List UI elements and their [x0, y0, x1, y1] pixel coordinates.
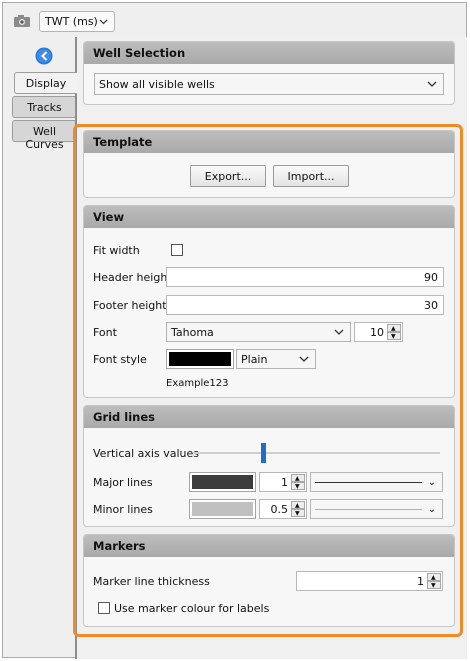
font-value: Tahoma — [171, 326, 214, 339]
view-header: View — [84, 206, 454, 228]
font-size-value: 10 — [370, 326, 384, 339]
spin-up-icon[interactable]: ▲ — [291, 474, 305, 482]
spin-down-icon[interactable]: ▼ — [427, 581, 441, 589]
chevron-down-icon: ⌄ — [427, 477, 436, 488]
line-style-preview — [315, 509, 422, 510]
tab-well-curves-label: Well Curves — [25, 125, 64, 151]
major-color-swatch[interactable] — [189, 472, 256, 492]
major-color-fill — [192, 475, 253, 489]
fit-width-label: Fit width — [93, 244, 140, 257]
spin-down-icon[interactable]: ▼ — [291, 482, 305, 490]
chevron-down-icon — [299, 356, 309, 362]
domain-select-value: TWT (ms) — [45, 15, 98, 28]
grid-lines-header: Grid lines — [84, 406, 454, 428]
line-style-preview — [315, 482, 422, 483]
vertical-axis-slider-thumb[interactable] — [261, 443, 266, 463]
domain-select[interactable]: TWT (ms) — [39, 11, 115, 32]
font-size-spinner[interactable]: 10 ▲ ▼ — [354, 322, 403, 342]
marker-thickness-spinner[interactable]: 1 ▲ ▼ — [296, 571, 443, 591]
chevron-down-icon — [334, 329, 344, 335]
font-size-arrows[interactable]: ▲ ▼ — [387, 324, 401, 340]
minor-lines-spinner[interactable]: 0.5 ▲ ▼ — [259, 499, 307, 519]
well-selection-value: Show all visible wells — [99, 78, 215, 91]
minor-color-fill — [192, 502, 253, 516]
spin-down-icon[interactable]: ▼ — [387, 332, 401, 340]
header-height-label: Header height — [93, 271, 172, 284]
font-dropdown[interactable]: Tahoma — [166, 322, 351, 342]
tab-tracks[interactable]: Tracks — [12, 96, 76, 118]
minor-lines-value: 0.5 — [270, 503, 289, 516]
settings-panel: TWT (ms) Display Tracks Well Curves Well… — [2, 2, 467, 659]
marker-thickness-value: 1 — [417, 575, 424, 588]
well-selection-header: Well Selection — [84, 42, 454, 64]
chevron-down-icon: ⌄ — [427, 504, 436, 515]
display-settings: Well Selection Show all visible wells Te… — [77, 37, 467, 659]
font-example-text: Example123 — [166, 378, 229, 389]
camera-icon[interactable] — [13, 14, 31, 28]
tab-tracks-label: Tracks — [27, 101, 62, 114]
chevron-down-icon — [99, 19, 108, 25]
spin-up-icon[interactable]: ▲ — [387, 324, 401, 332]
major-lines-arrows[interactable]: ▲ ▼ — [291, 474, 305, 490]
minor-lines-arrows[interactable]: ▲ ▼ — [291, 501, 305, 517]
major-lines-label: Major lines — [93, 476, 153, 489]
template-section: Template Export... Import... — [83, 130, 455, 198]
grid-lines-section: Grid lines Vertical axis values Major li… — [83, 405, 455, 527]
minor-lines-label: Minor lines — [93, 503, 153, 516]
back-arrow-icon[interactable] — [35, 47, 53, 65]
footer-height-field[interactable]: 30 — [166, 295, 444, 315]
major-lines-spinner[interactable]: 1 ▲ ▼ — [259, 472, 307, 492]
spin-up-icon[interactable]: ▲ — [427, 573, 441, 581]
vertical-axis-slider-track[interactable] — [194, 452, 440, 454]
use-marker-colour-checkbox[interactable] — [98, 602, 110, 614]
font-style-label: Font style — [93, 353, 147, 366]
tab-display-label: Display — [25, 77, 67, 90]
spin-up-icon[interactable]: ▲ — [291, 501, 305, 509]
fit-width-checkbox[interactable] — [171, 244, 183, 256]
chevron-down-icon — [427, 81, 437, 87]
major-line-style-select[interactable]: ⌄ — [310, 472, 443, 492]
tab-display[interactable]: Display — [14, 72, 77, 94]
spin-down-icon[interactable]: ▼ — [291, 509, 305, 517]
minor-line-style-select[interactable]: ⌄ — [310, 499, 443, 519]
toolbar: TWT (ms) — [3, 3, 466, 37]
font-style-dropdown[interactable]: Plain — [236, 349, 316, 369]
markers-section: Markers Marker line thickness 1 ▲ ▼ Use … — [83, 534, 455, 627]
well-selection-dropdown[interactable]: Show all visible wells — [94, 73, 444, 95]
markers-header: Markers — [84, 535, 454, 557]
major-lines-value: 1 — [281, 476, 288, 489]
view-section: View Fit width Header height 90 Footer h… — [83, 205, 455, 398]
marker-thickness-arrows[interactable]: ▲ ▼ — [427, 573, 441, 589]
template-header: Template — [84, 131, 454, 153]
minor-color-swatch[interactable] — [189, 499, 256, 519]
header-height-field[interactable]: 90 — [166, 267, 444, 287]
well-selection-section: Well Selection Show all visible wells — [83, 41, 455, 105]
vertical-axis-label: Vertical axis values — [93, 447, 199, 460]
import-button[interactable]: Import... — [273, 165, 349, 187]
use-marker-colour-label: Use marker colour for labels — [114, 602, 270, 615]
font-label: Font — [93, 326, 117, 339]
marker-thickness-label: Marker line thickness — [93, 575, 210, 588]
export-button[interactable]: Export... — [190, 165, 266, 187]
font-style-value: Plain — [241, 353, 268, 366]
footer-height-label: Footer height — [93, 299, 167, 312]
font-color-fill — [169, 352, 231, 366]
font-color-swatch[interactable] — [166, 349, 234, 369]
tab-well-curves[interactable]: Well Curves — [12, 120, 76, 151]
